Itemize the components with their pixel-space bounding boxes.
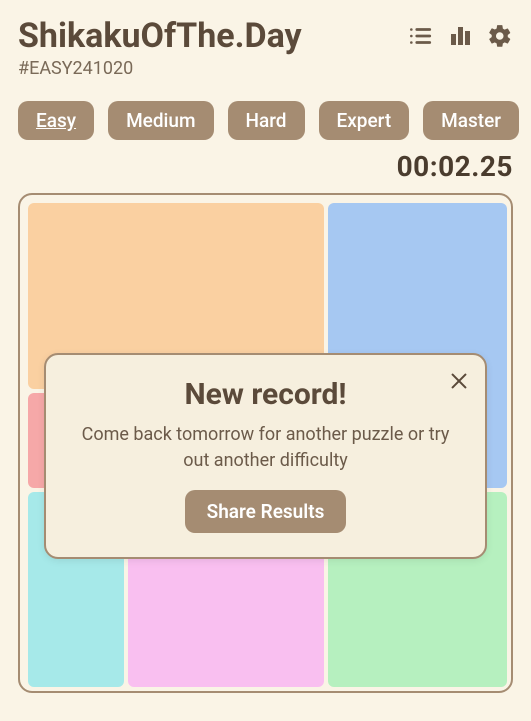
settings-icon[interactable]	[487, 23, 513, 49]
tab-master[interactable]: Master	[423, 101, 519, 140]
difficulty-tabs: Easy Medium Hard Expert Master	[18, 101, 513, 140]
share-results-button[interactable]: Share Results	[185, 490, 347, 533]
result-modal: New record! Come back tomorrow for anoth…	[44, 353, 487, 559]
stats-icon[interactable]	[447, 23, 473, 49]
timer: 00:02.25	[18, 150, 513, 183]
list-icon[interactable]	[407, 23, 433, 49]
tab-easy[interactable]: Easy	[18, 101, 94, 140]
tab-hard[interactable]: Hard	[228, 101, 305, 140]
page-title: ShikakuOfThe.Day	[18, 16, 302, 56]
close-icon[interactable]	[447, 369, 471, 393]
tab-expert[interactable]: Expert	[319, 101, 410, 140]
modal-body: Come back tomorrow for another puzzle or…	[70, 422, 461, 474]
tab-medium[interactable]: Medium	[108, 101, 213, 140]
header-icons	[407, 23, 513, 49]
puzzle-id: #EASY241020	[18, 58, 513, 79]
modal-title: New record!	[70, 377, 461, 412]
